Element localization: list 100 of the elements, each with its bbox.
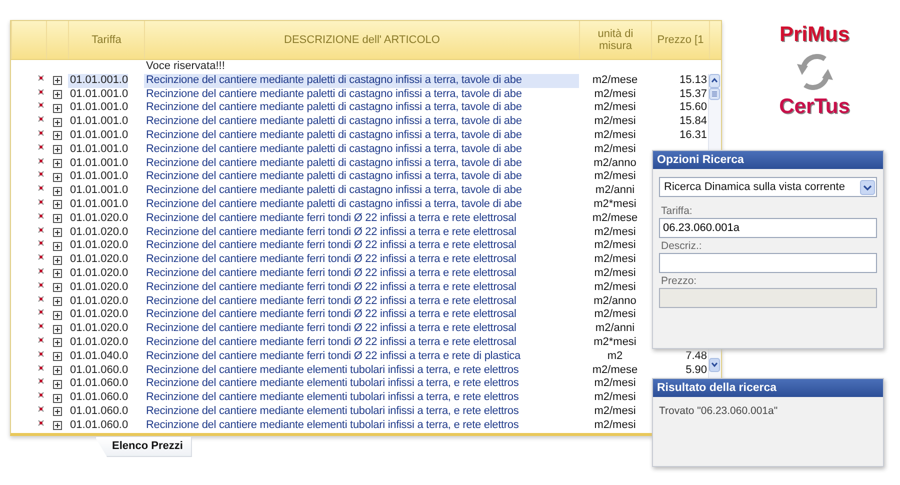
expand-icon <box>52 145 62 154</box>
unit-cell: m2/mesi <box>594 128 636 143</box>
expand-icon <box>52 172 62 182</box>
unit-cell: m2/anno <box>594 156 636 170</box>
description-cell-text: Recinzione del cantiere mediante ferri tondi Ø 22 infissi a terra e rete elettrosal <box>145 253 518 267</box>
unit-cell: m2/mesi <box>594 391 636 405</box>
tariff-cell-text: 01.01.060.0 <box>69 391 128 405</box>
elenco-prezzi-tab[interactable]: Elenco Prezzi <box>95 437 192 457</box>
panel-title: Risultato della ricerca <box>653 379 883 397</box>
description-cell-text: Recinzione del cantiere mediante paletti di castagno infissi a terra, tavole di abe <box>145 88 523 102</box>
input-field[interactable]: 06.23.060.001a <box>659 218 877 238</box>
input-field[interactable] <box>659 253 877 273</box>
description-cell-text: Recinzione del cantiere mediante ferri tondi Ø 22 infissi a terra e rete elettrosal <box>145 294 518 308</box>
marker-icon <box>38 130 44 136</box>
marker-icon <box>38 309 44 316</box>
price-cell-text: 7.48 <box>686 350 708 364</box>
scroll-up-icon[interactable] <box>709 74 720 88</box>
expand-icon <box>52 256 62 265</box>
price-cell-text: 15.84 <box>679 115 708 129</box>
tariff-cell-text: 01.01.020.0 <box>69 266 128 281</box>
marker-icon <box>38 144 44 150</box>
marker-icon <box>38 226 44 233</box>
description-cell-text: Recinzione del cantiere mediante ferri tondi Ø 22 infissi a terra e rete elettrosal <box>145 336 518 350</box>
marker-icon <box>38 240 44 246</box>
unit-cell: m2/mesi <box>594 253 636 267</box>
marker-icon <box>38 185 44 192</box>
unit-cell: m2/mesi <box>594 308 636 322</box>
description-cell-text: Recinzione del cantiere mediante elementi tubolari infissi a terra, e rete elettros <box>145 364 520 378</box>
price-cell-text: 16.31 <box>679 128 708 143</box>
tariff-cell-text: 01.01.020.0 <box>69 308 128 322</box>
expand-icon <box>52 242 62 251</box>
marker-icon <box>38 406 44 412</box>
expand-icon <box>52 380 62 389</box>
description-cell-text: Recinzione del cantiere mediante elementi tubolari infissi a terra, e rete elettros <box>145 404 520 419</box>
marker-icon <box>38 350 44 357</box>
expand-icon <box>52 200 62 210</box>
unit-cell: m2/mesi <box>594 170 636 184</box>
column-header[interactable]: DESCRIZIONE dell' ARTICOLO <box>284 34 440 46</box>
tariff-cell-text: 01.01.020.0 <box>69 239 128 254</box>
tariff-cell-text: 01.01.020.0 <box>69 294 128 308</box>
column-header[interactable]: unità di misura <box>580 28 651 52</box>
logo-bottom-text: CerTus <box>779 96 850 118</box>
tariff-cell-text: 01.01.020.0 <box>69 336 128 350</box>
description-cell-text: Recinzione del cantiere mediante paletti di castagno infissi a terra, tavole di abe <box>145 101 523 116</box>
unit-cell: m2/mesi <box>594 115 636 129</box>
unit-cell: m2/mesi <box>594 142 636 157</box>
marker-icon <box>38 74 44 81</box>
description-cell-text: Recinzione del cantiere mediante paletti di castagno infissi a terra, tavole di abe <box>145 115 523 129</box>
tariff-cell-text: 01.01.001.0 <box>69 115 128 129</box>
marker-icon <box>38 171 44 178</box>
expand-icon <box>52 104 62 113</box>
description-cell-text: Recinzione del cantiere mediante ferri tondi Ø 22 infissi a terra e rete elettrosal <box>145 322 518 336</box>
marker-icon <box>38 158 44 164</box>
marker-icon <box>38 336 44 343</box>
marker-icon <box>38 102 44 108</box>
search-mode-dropdown[interactable]: Ricerca Dinamica sulla vista corrente <box>659 177 877 197</box>
marker-icon <box>38 212 44 219</box>
field-label: Descriz.: <box>661 240 703 252</box>
expand-icon <box>52 324 62 334</box>
tariff-cell-text: 01.01.001.0 <box>69 128 128 143</box>
expand-icon <box>52 158 62 168</box>
unit-cell: m2/mesi <box>594 88 636 102</box>
unit-cell: m2 <box>607 350 623 364</box>
tariff-cell-text: 01.01.001.0 <box>69 184 128 198</box>
column-header[interactable]: Prezzo [1 <box>657 34 704 46</box>
field-label: Prezzo: <box>661 275 698 287</box>
description-cell-text: Recinzione del cantiere mediante ferri tondi Ø 22 infissi a terra e rete elettrosal <box>145 239 518 254</box>
marker-icon <box>38 282 44 288</box>
logo-top-text: PriMus <box>779 24 850 46</box>
description-cell-text: Recinzione del cantiere mediante ferri tondi Ø 22 infissi a terra e rete elettrosal <box>145 308 518 322</box>
expand-icon <box>52 338 62 348</box>
price-cell-text: 15.13 <box>679 74 708 88</box>
description-cell-text: Recinzione del cantiere mediante paletti di castagno infissi a terra, tavole di abe <box>145 198 523 212</box>
unit-cell: m2*mesi <box>594 198 636 212</box>
expand-icon <box>52 394 62 403</box>
marker-icon <box>38 296 44 302</box>
tariff-cell-text: 01.01.001.0 <box>69 88 128 102</box>
unit-cell: m2/anni <box>595 322 635 336</box>
marker-icon <box>38 420 44 426</box>
scroll-down-icon[interactable] <box>709 358 720 372</box>
description-cell-text: Recinzione del cantiere mediante paletti di castagno infissi a terra, tavole di abe <box>145 170 523 184</box>
reserved-row-label: Voce riservata!!! <box>145 60 225 74</box>
column-header[interactable]: Tariffa <box>92 34 122 46</box>
description-cell: Recinzione del cantiere mediante paletti di castagno infissi a terra, tavole di abe <box>144 74 579 88</box>
description-cell-text: Recinzione del cantiere mediante paletti di castagno infissi a terra, tavole di abe <box>145 156 523 170</box>
expand-icon <box>52 90 62 99</box>
description-cell-text: Recinzione del cantiere mediante elementi tubolari infissi a terra, e rete elettros <box>145 391 520 405</box>
description-cell-text: Recinzione del cantiere mediante ferri tondi Ø 22 infissi a terra e rete elettrosal <box>145 266 518 281</box>
result-message: Trovato "06.23.060.001a" <box>658 404 779 419</box>
description-cell-text: Recinzione del cantiere mediante ferri tondi Ø 22 infissi a terra e rete elettrosal <box>145 212 518 226</box>
marker-icon <box>38 268 44 274</box>
unit-cell: m2/mesi <box>594 418 636 433</box>
scroll-thumb[interactable] <box>709 88 720 100</box>
tariff-cell-text: 01.01.040.0 <box>69 350 128 364</box>
tariff-cell: 01.01.001.0 <box>68 74 128 88</box>
expand-icon <box>52 310 62 320</box>
expand-icon <box>52 214 62 224</box>
marker-icon <box>38 254 44 260</box>
tariff-cell-text: 01.01.001.0 <box>69 170 128 184</box>
unit-cell: m2/mesi <box>594 101 636 116</box>
